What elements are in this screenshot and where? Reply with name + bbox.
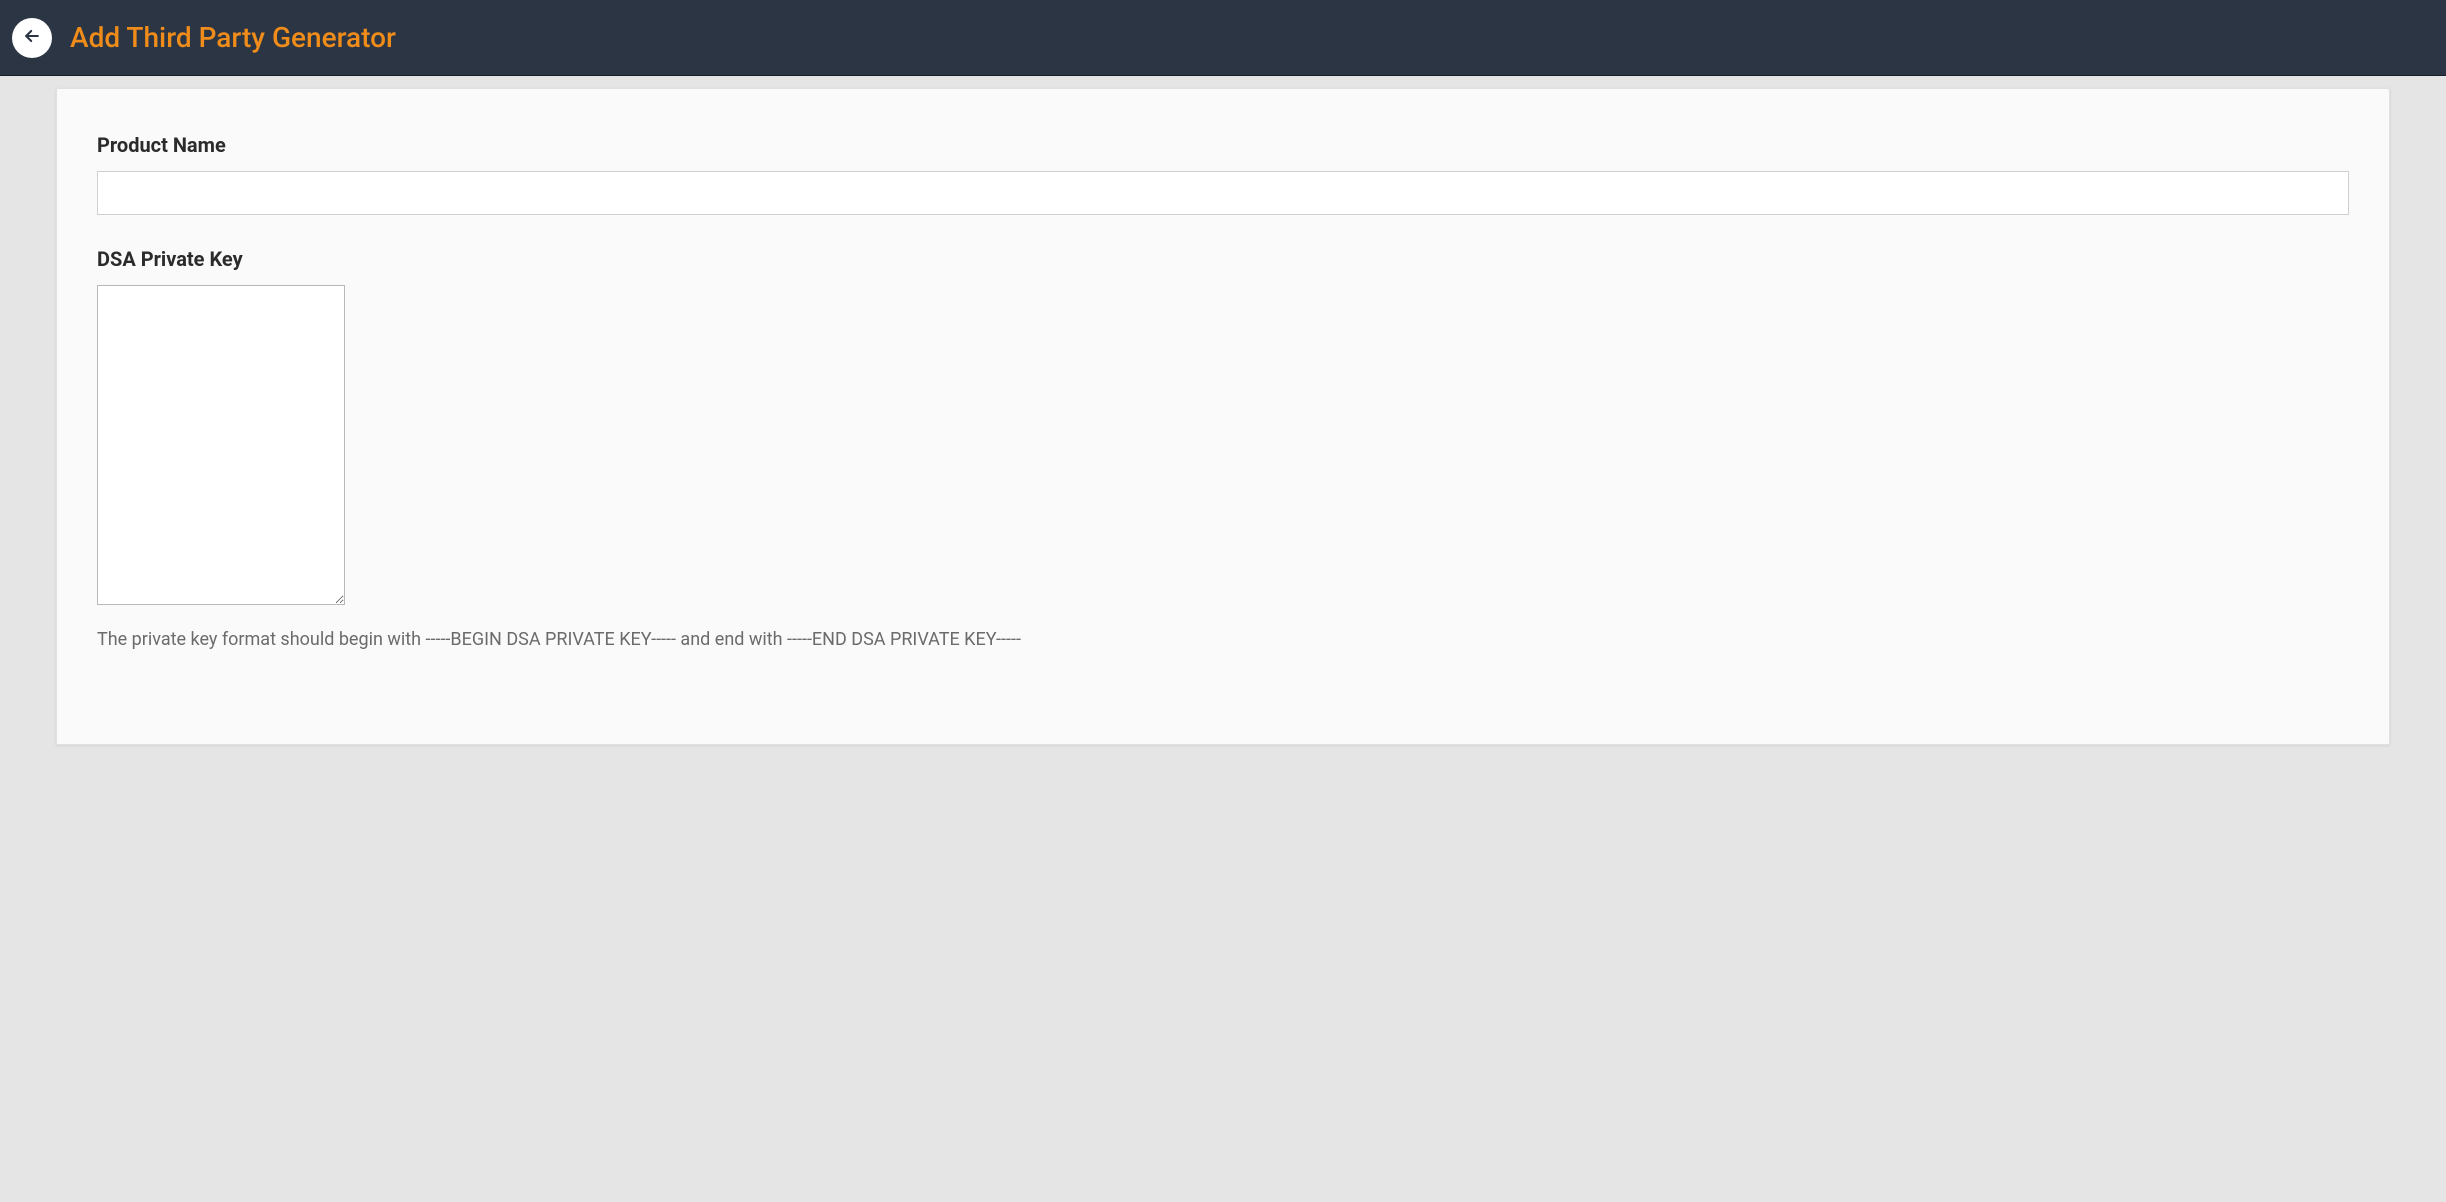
dsa-private-key-label: DSA Private Key	[97, 247, 2349, 271]
product-name-label: Product Name	[97, 133, 2349, 157]
dsa-private-key-help: The private key format should begin with…	[97, 627, 2349, 652]
product-name-input[interactable]	[97, 171, 2349, 215]
product-name-group: Product Name	[97, 133, 2349, 215]
back-arrow-icon	[22, 26, 42, 50]
page-title: Add Third Party Generator	[70, 21, 396, 54]
form-card: Product Name DSA Private Key The private…	[56, 88, 2390, 745]
back-button[interactable]	[12, 18, 52, 58]
dsa-private-key-textarea[interactable]	[97, 285, 345, 605]
page-header: Add Third Party Generator	[0, 0, 2446, 76]
content-wrapper: Product Name DSA Private Key The private…	[0, 76, 2446, 785]
dsa-private-key-group: DSA Private Key The private key format s…	[97, 247, 2349, 652]
